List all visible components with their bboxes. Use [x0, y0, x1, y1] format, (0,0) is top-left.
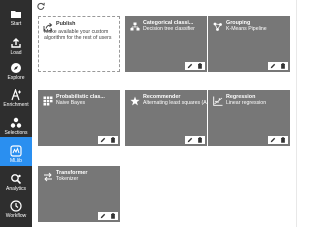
- regression-icon: [213, 96, 223, 106]
- grid-icon: [43, 96, 53, 106]
- sidebar-item-label: Start: [10, 21, 22, 27]
- sidebar-item-label: MLlib: [10, 158, 22, 164]
- sidebar-item-selections[interactable]: Selections: [0, 110, 32, 138]
- edit-icon[interactable]: [187, 63, 193, 69]
- refresh-icon[interactable]: [37, 2, 45, 10]
- algorithm-card[interactable]: Transformer Tokenizer: [38, 166, 120, 222]
- enrichment-icon: [11, 89, 21, 101]
- card-actions: [98, 212, 118, 220]
- card-subtitle: K-Means Pipeline: [226, 26, 267, 32]
- tree-icon: [130, 22, 140, 31]
- edit-icon[interactable]: [270, 137, 276, 143]
- edit-icon[interactable]: [187, 137, 193, 143]
- upload-icon: [11, 38, 21, 48]
- sidebar-item-load[interactable]: Load: [0, 30, 32, 58]
- card-actions: [268, 136, 288, 144]
- algorithm-card[interactable]: Categorical classi... Decision tree clas…: [125, 16, 207, 72]
- sidebar-item-label: Explore: [7, 75, 25, 81]
- sidebar-item-enrichment[interactable]: Enrichment: [0, 82, 32, 110]
- edit-icon[interactable]: [100, 137, 106, 143]
- trash-icon[interactable]: [110, 137, 116, 143]
- transformer-icon: [44, 172, 52, 182]
- mllib-icon: [10, 145, 22, 157]
- card-actions: [185, 62, 205, 70]
- trash-icon[interactable]: [110, 213, 116, 219]
- algorithm-card[interactable]: Regression Linear regression: [208, 90, 290, 146]
- algorithm-card[interactable]: Recommender Alternating least squares (A…: [125, 90, 215, 146]
- sidebar-item-label: Workflow: [5, 213, 27, 219]
- card-subtitle: Linear regression: [226, 100, 267, 106]
- sidebar-item-workflow[interactable]: Workflow: [0, 193, 32, 221]
- analytics-icon: [11, 174, 22, 185]
- sidebar-item-label: Selections: [4, 130, 28, 136]
- publish-description: Make available your custom algorithm for…: [44, 29, 112, 42]
- workflow-icon: [10, 200, 22, 212]
- edit-icon[interactable]: [100, 213, 106, 219]
- trash-icon[interactable]: [197, 63, 203, 69]
- scrollbar[interactable]: [296, 0, 300, 227]
- publish-title: Publish: [56, 21, 76, 27]
- sidebar: Start Load Explore Enrichment Selections: [0, 0, 32, 227]
- sidebar-item-analytics[interactable]: Analytics: [0, 166, 32, 194]
- trash-icon[interactable]: [197, 137, 203, 143]
- card-subtitle: Naive Bayes: [56, 100, 86, 106]
- compass-icon: [11, 63, 21, 73]
- card-subtitle: Alternating least squares (ALS): [143, 100, 215, 106]
- sidebar-item-explore[interactable]: Explore: [0, 55, 32, 83]
- selections-icon: [10, 117, 22, 128]
- algorithm-card[interactable]: Grouping K-Means Pipeline: [208, 16, 290, 72]
- card-actions: [268, 62, 288, 70]
- folder-icon: [11, 11, 21, 18]
- trash-icon[interactable]: [280, 137, 286, 143]
- sidebar-item-mllib[interactable]: MLlib: [0, 137, 32, 166]
- publish-card[interactable]: Publish Make available your custom algor…: [38, 16, 120, 72]
- cluster-icon: [213, 22, 222, 31]
- card-subtitle: Decision tree classifier: [143, 26, 195, 32]
- sidebar-item-label: Analytics: [5, 186, 26, 192]
- card-subtitle: Tokenizer: [56, 176, 79, 182]
- sidebar-item-label: Enrichment: [3, 102, 29, 108]
- edit-icon[interactable]: [270, 63, 276, 69]
- star-icon: [130, 96, 140, 106]
- algorithm-card[interactable]: Probabilistic clas... Naive Bayes: [38, 90, 120, 146]
- sidebar-item-start[interactable]: Start: [0, 1, 32, 29]
- card-actions: [185, 136, 205, 144]
- trash-icon[interactable]: [280, 63, 286, 69]
- card-actions: [98, 136, 118, 144]
